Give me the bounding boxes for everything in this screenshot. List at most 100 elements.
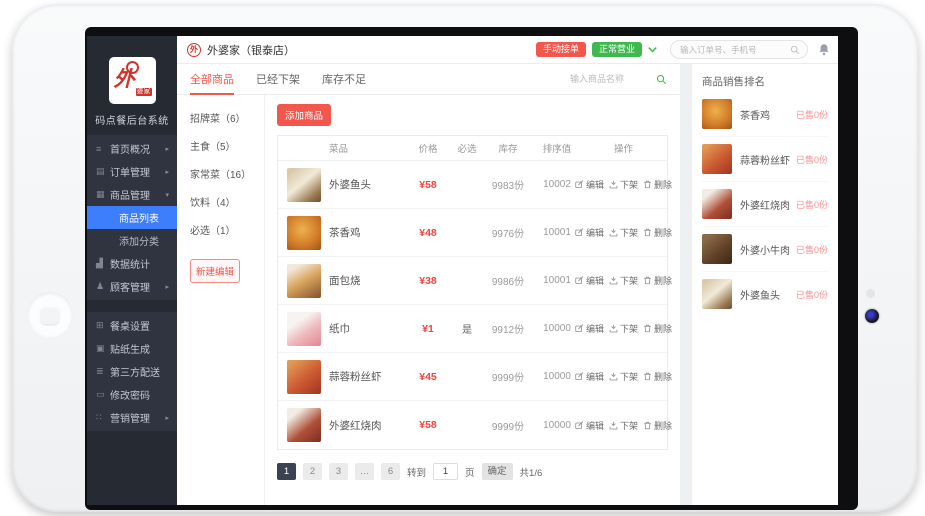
home-button[interactable]: [27, 292, 73, 338]
sidebar-item-product-management[interactable]: ▦ 商品管理 ▾: [87, 183, 177, 206]
sidebar-item-sticker-generation[interactable]: ▣ 贴纸生成: [87, 337, 177, 360]
product-search-input[interactable]: [568, 73, 656, 85]
page-button-3[interactable]: 3: [329, 463, 348, 480]
sidebar-item-marketing-management[interactable]: ∷ 营销管理 ▸: [87, 406, 177, 429]
delete-button[interactable]: 删除: [643, 178, 672, 191]
ranking-item: 蒜蓉粉丝虾 已售0份: [702, 137, 828, 182]
offshelf-button[interactable]: 下架: [609, 419, 638, 432]
category-item[interactable]: 主食（5）: [190, 141, 264, 155]
edit-button[interactable]: 编辑: [575, 322, 604, 335]
offshelf-button[interactable]: 下架: [609, 178, 638, 191]
product-search-box: [568, 73, 667, 85]
sidebar-item-home-overview[interactable]: ≡ 首页概况 ▸: [87, 137, 177, 160]
edit-button[interactable]: 编辑: [575, 226, 604, 239]
tab-off-shelf[interactable]: 已经下架: [256, 64, 300, 95]
ranking-title: 商品销售排名: [702, 74, 828, 89]
dish-photo: [287, 216, 321, 250]
category-item[interactable]: 家常菜（16）: [190, 169, 264, 183]
manual-order-button[interactable]: 手动接单: [536, 42, 586, 57]
delivery-icon: ≣: [96, 366, 110, 377]
edit-button[interactable]: 编辑: [575, 274, 604, 287]
price-cell: ¥48: [404, 227, 452, 239]
offshelf-icon: [609, 228, 618, 237]
page-button-1[interactable]: 1: [277, 463, 296, 480]
page-unit-label: 页: [465, 465, 475, 479]
chevron-down-icon: ▾: [165, 191, 169, 199]
delete-button[interactable]: 删除: [643, 370, 672, 383]
tablet-screen: 外 婆家 码点餐后台系统 ≡ 首页概况 ▸ ▤ 订单管理 ▸: [85, 27, 858, 510]
category-item[interactable]: 招牌菜（6）: [190, 113, 264, 127]
sidebar-subitem-product-list[interactable]: 商品列表: [87, 206, 177, 229]
delete-button[interactable]: 删除: [643, 322, 672, 335]
delete-button[interactable]: 删除: [643, 274, 672, 287]
offshelf-button[interactable]: 下架: [609, 370, 638, 383]
dish-name: 外婆红烧肉: [329, 418, 382, 433]
logo-char: 外: [114, 69, 135, 90]
sidebar-item-label: 营销管理: [110, 410, 165, 425]
ranking-item: 外婆红烧肉 已售0份: [702, 182, 828, 227]
new-edit-category-button[interactable]: 新建编辑: [190, 259, 240, 283]
sidebar-subitem-add-category[interactable]: 添加分类: [87, 229, 177, 252]
business-status-button[interactable]: 正常营业: [592, 42, 642, 57]
sidebar-item-third-party-delivery[interactable]: ≣ 第三方配送: [87, 360, 177, 383]
product-section: 全部商品 已经下架 库存不足 招牌菜（6） 主食（5）: [177, 64, 680, 505]
goto-page-input[interactable]: [433, 463, 458, 480]
password-icon: ▭: [96, 389, 110, 400]
ranking-dish-name: 蒜蓉粉丝虾: [740, 152, 796, 167]
offshelf-button[interactable]: 下架: [609, 322, 638, 335]
sidebar-brand: 外 婆家 码点餐后台系统: [87, 36, 177, 135]
ranking-item: 外婆小牛肉 已售0份: [702, 227, 828, 272]
edit-button[interactable]: 编辑: [575, 178, 604, 191]
required-cell: 是: [452, 321, 482, 336]
dish-photo: [287, 312, 321, 346]
search-icon[interactable]: [656, 74, 667, 85]
delete-button[interactable]: 删除: [643, 226, 672, 239]
sidebar-menu-group-2: ⊞ 餐桌设置 ▣ 贴纸生成 ≣ 第三方配送 ▭: [87, 312, 177, 431]
sidebar-item-data-statistics[interactable]: ▟ 数据统计: [87, 252, 177, 275]
system-title: 码点餐后台系统: [95, 112, 169, 127]
order-search-input[interactable]: [678, 44, 790, 56]
ops-cell: 编辑 下架 删除: [580, 274, 667, 287]
chevron-right-icon: ▸: [165, 414, 169, 422]
edit-button[interactable]: 编辑: [575, 419, 604, 432]
sidebar-item-label: 顾客管理: [110, 279, 165, 294]
dish-cell: 纸巾: [278, 312, 404, 346]
pagination: 1 2 3 … 6 转到 页 确定 共1/6: [277, 463, 668, 480]
ops-cell: 编辑 下架 删除: [580, 370, 667, 383]
stock-cell: 9999份: [482, 369, 534, 384]
ranking-dish-name: 外婆鱼头: [740, 287, 796, 302]
tab-bar: 全部商品 已经下架 库存不足: [177, 64, 680, 95]
offshelf-button[interactable]: 下架: [609, 226, 638, 239]
dish-name: 纸巾: [329, 321, 350, 336]
offshelf-icon: [609, 421, 618, 430]
confirm-button[interactable]: 确定: [482, 463, 513, 480]
sidebar-item-order-management[interactable]: ▤ 订单管理 ▸: [87, 160, 177, 183]
dish-cell: 外婆红烧肉: [278, 408, 404, 442]
col-operations: 操作: [580, 141, 667, 155]
sidebar-item-table-settings[interactable]: ⊞ 餐桌设置: [87, 314, 177, 337]
page-total: 共1/6: [520, 465, 543, 479]
search-icon[interactable]: [790, 45, 800, 55]
sort-cell: 10002: [534, 179, 580, 190]
bell-icon[interactable]: [818, 43, 830, 56]
offshelf-button[interactable]: 下架: [609, 274, 638, 287]
page-button-6[interactable]: 6: [381, 463, 400, 480]
delete-button[interactable]: 删除: [643, 419, 672, 432]
category-item[interactable]: 饮料（4）: [190, 197, 264, 211]
page-button-ellipsis[interactable]: …: [355, 463, 374, 480]
add-product-button[interactable]: 添加商品: [277, 104, 331, 126]
tab-low-stock[interactable]: 库存不足: [322, 64, 366, 95]
chevron-down-icon[interactable]: [647, 44, 658, 55]
dish-cell: 蒜蓉粉丝虾: [278, 360, 404, 394]
category-item[interactable]: 必选（1）: [190, 225, 264, 239]
tab-all-products[interactable]: 全部商品: [190, 64, 234, 95]
ops-cell: 编辑 下架 删除: [580, 322, 667, 335]
sidebar-item-customer-management[interactable]: ♟ 顾客管理 ▸: [87, 275, 177, 298]
page-button-2[interactable]: 2: [303, 463, 322, 480]
sidebar-item-label: 订单管理: [110, 164, 165, 179]
products-icon: ▦: [96, 189, 110, 200]
orders-icon: ▤: [96, 166, 110, 177]
edit-button[interactable]: 编辑: [575, 370, 604, 383]
sidebar-item-change-password[interactable]: ▭ 修改密码: [87, 383, 177, 406]
offshelf-icon: [609, 372, 618, 381]
